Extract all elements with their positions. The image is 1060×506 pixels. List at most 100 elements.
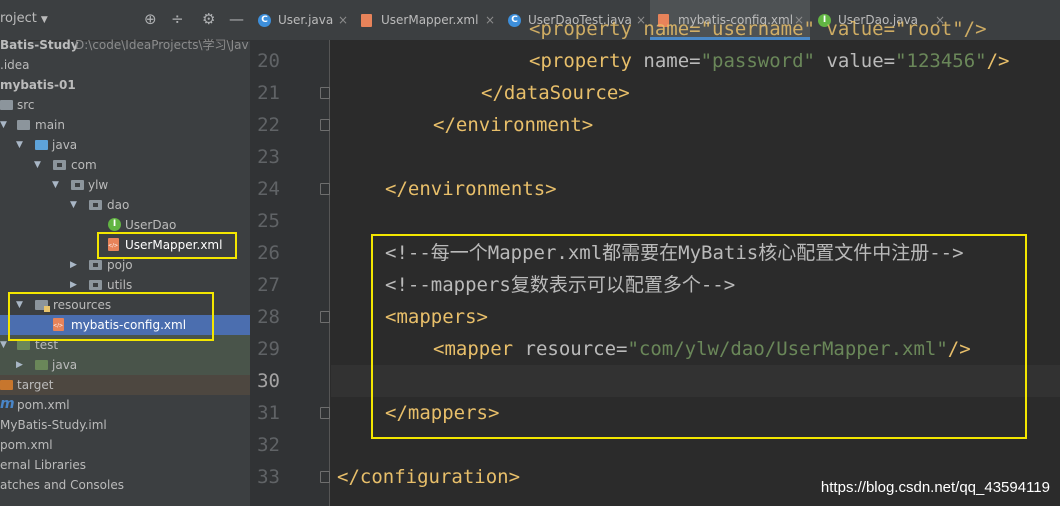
- fold-marker-icon[interactable]: [320, 87, 330, 99]
- line-number: 22: [257, 114, 280, 136]
- tab-label: UserMapper.xml: [381, 13, 479, 27]
- tree-item-external-libraries[interactable]: ernal Libraries: [0, 455, 250, 475]
- line-number-current: 30: [257, 370, 280, 392]
- fold-marker-icon[interactable]: [320, 119, 330, 131]
- fold-marker-icon[interactable]: [320, 183, 330, 195]
- xml-tag: />: [986, 50, 1010, 72]
- expand-arrow-icon[interactable]: ▼: [34, 155, 41, 175]
- fold-marker-icon[interactable]: [320, 311, 330, 323]
- collapse-arrow-icon[interactable]: ▶: [70, 255, 77, 275]
- maven-icon: m: [0, 396, 15, 412]
- tree-item-label: ylw: [88, 178, 109, 192]
- expand-arrow-icon[interactable]: ▼: [16, 295, 23, 315]
- tree-item-label: dao: [107, 198, 130, 212]
- tree-item-target[interactable]: target: [0, 375, 250, 395]
- resources-folder-icon: [35, 300, 50, 312]
- tree-item-dao[interactable]: ▼ dao: [0, 195, 250, 215]
- tree-item-project-root[interactable]: Batis-Study D:\code\IdeaProjects\学习\Jav: [0, 35, 250, 55]
- test-folder-icon: [17, 340, 30, 350]
- tab-usermapper-xml[interactable]: UserMapper.xml ×: [353, 0, 500, 40]
- close-icon[interactable]: ×: [338, 0, 348, 40]
- line-number: 28: [257, 306, 280, 328]
- tree-item-root-pom[interactable]: pom.xml: [0, 435, 250, 455]
- excluded-folder-icon: [0, 380, 13, 390]
- package-icon: [89, 200, 102, 210]
- tree-item-mybatis-01[interactable]: mybatis-01: [0, 75, 250, 95]
- tree-item-scratches[interactable]: atches and Consoles: [0, 475, 250, 495]
- tree-item-label: mybatis-01: [0, 78, 76, 92]
- package-icon: [89, 280, 102, 290]
- fold-marker-icon[interactable]: [320, 407, 330, 419]
- tree-item-label: target: [17, 378, 54, 392]
- xml-value: "com/ylw/dao/UserMapper.xml": [627, 338, 948, 360]
- tree-item-label: pom.xml: [17, 398, 70, 412]
- fold-marker-icon[interactable]: [320, 471, 330, 483]
- watermark: https://blog.csdn.net/qq_43594119: [820, 479, 1050, 496]
- xml-file-icon: [108, 238, 119, 251]
- tree-item-com[interactable]: ▼ com: [0, 155, 250, 175]
- xml-attr: name=: [643, 50, 701, 72]
- tree-item-label: src: [17, 98, 35, 112]
- xml-tag: />: [947, 338, 971, 360]
- gear-icon[interactable]: ⚙: [202, 10, 215, 28]
- tab-user-java[interactable]: C User.java ×: [250, 0, 353, 40]
- tree-item-usermapper-xml[interactable]: UserMapper.xml: [0, 235, 250, 255]
- expand-arrow-icon[interactable]: ▼: [0, 115, 7, 135]
- line-number: 21: [257, 82, 280, 104]
- tree-item-idea[interactable]: .idea: [0, 55, 250, 75]
- xml-file-icon: [53, 318, 64, 331]
- code-line-21: </dataSource>: [481, 82, 630, 104]
- code-line-19: <property name="username" value="root"/>: [529, 18, 987, 40]
- tree-item-resources[interactable]: ▼ resources: [0, 295, 250, 315]
- line-number: 26: [257, 242, 280, 264]
- tree-item-label: atches and Consoles: [0, 478, 124, 492]
- xml-file-icon: [361, 14, 372, 27]
- line-number: 25: [257, 210, 280, 232]
- folder-icon: [17, 120, 30, 130]
- xml-value: "password": [700, 50, 815, 72]
- package-icon: [89, 260, 102, 270]
- xml-tag: <mapper: [433, 338, 514, 360]
- expand-arrow-icon[interactable]: ▼: [16, 135, 23, 155]
- collapse-arrow-icon[interactable]: ▶: [16, 355, 23, 375]
- tree-item-label: Batis-Study: [0, 38, 79, 52]
- tab-label: User.java: [278, 13, 334, 27]
- target-icon[interactable]: ⊕: [144, 10, 157, 28]
- tree-item-label: main: [35, 118, 65, 132]
- close-icon[interactable]: ×: [485, 0, 495, 40]
- code-line-31: </mappers>: [385, 402, 500, 424]
- minimize-icon[interactable]: —: [229, 10, 244, 28]
- tree-item-test[interactable]: ▼ test: [0, 335, 250, 355]
- line-number: 31: [257, 402, 280, 424]
- tree-item-label: com: [71, 158, 97, 172]
- expand-arrow-icon[interactable]: ▼: [52, 175, 59, 195]
- tree-item-label: .idea: [0, 58, 30, 72]
- collapse-arrow-icon[interactable]: ▶: [70, 275, 77, 295]
- package-icon: [53, 160, 66, 170]
- tree-item-test-java[interactable]: ▶ java: [0, 355, 250, 375]
- tree-item-java[interactable]: ▼ java: [0, 135, 250, 155]
- expand-arrow-icon[interactable]: ▼: [70, 195, 77, 215]
- tree-item-label: mybatis-config.xml: [71, 318, 187, 332]
- expand-arrow-icon[interactable]: ▼: [0, 335, 7, 355]
- collapse-icon[interactable]: ÷: [171, 10, 184, 28]
- tree-item-iml[interactable]: MyBatis-Study.iml: [0, 415, 250, 435]
- tree-item-userdao[interactable]: I UserDao: [0, 215, 250, 235]
- code-line-26: <!--每一个Mapper.xml都需要在MyBatis核心配置文件中注册-->: [385, 242, 964, 264]
- project-view-selector[interactable]: roject ▼: [0, 11, 48, 26]
- tree-item-ylw[interactable]: ▼ ylw: [0, 175, 250, 195]
- tree-item-path: D:\code\IdeaProjects\学习\Jav: [75, 38, 249, 52]
- tree-item-mybatis-config-xml[interactable]: mybatis-config.xml: [0, 315, 250, 335]
- tree-item-pom-xml[interactable]: m pom.xml: [0, 395, 250, 415]
- project-view-label: roject: [0, 11, 37, 26]
- tree-item-src[interactable]: src: [0, 95, 250, 115]
- tree-item-utils[interactable]: ▶ utils: [0, 275, 250, 295]
- tree-item-main[interactable]: ▼ main: [0, 115, 250, 135]
- tree-item-pojo[interactable]: ▶ pojo: [0, 255, 250, 275]
- tree-item-label: pom.xml: [0, 438, 53, 452]
- code-line-22: </environment>: [433, 114, 594, 136]
- interface-icon: I: [108, 218, 121, 231]
- line-number: 23: [257, 146, 280, 168]
- tree-item-label: test: [35, 338, 59, 352]
- tree-item-label: utils: [107, 278, 133, 292]
